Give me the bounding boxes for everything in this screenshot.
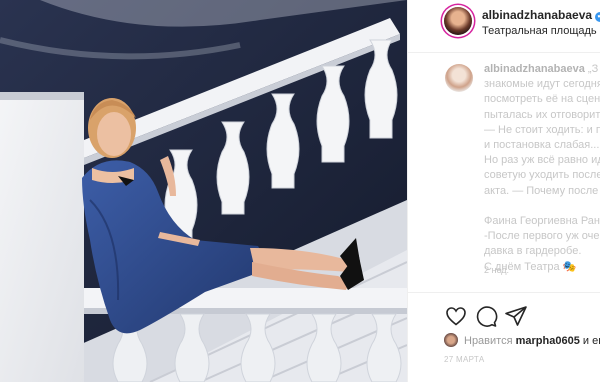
caption-line: посмотреть её на сцене bbox=[484, 93, 600, 106]
post-location[interactable]: Театральная площадь bbox=[482, 25, 597, 37]
caption-line: давка в гардеробе. bbox=[484, 245, 582, 258]
caption-block: albinadzhanabaeva „З знакомые идут сегод… bbox=[408, 58, 600, 288]
photo-illustration bbox=[0, 0, 407, 382]
caption-text: albinadzhanabaeva „З знакомые идут сегод… bbox=[484, 62, 600, 275]
caption-line: Но раз уж всё равно ид bbox=[484, 154, 600, 167]
caption-avatar[interactable] bbox=[445, 64, 473, 92]
heart-icon[interactable] bbox=[444, 304, 468, 328]
caption-line: пыталась их отговорить bbox=[484, 108, 600, 121]
caption-username[interactable]: albinadzhanabaeva bbox=[484, 63, 585, 75]
liker-avatar[interactable] bbox=[444, 333, 458, 347]
caption-line: -После первого уж очен bbox=[484, 230, 600, 243]
post-header: albinadzhanabaeva✔• Театральная площадь bbox=[408, 0, 600, 53]
verified-icon: ✔ bbox=[595, 12, 600, 22]
caption-line: Фаина Георгиевна Ране bbox=[484, 215, 600, 228]
caption-line: акта. — Почему после bbox=[484, 184, 599, 197]
author-username[interactable]: albinadzhanabaeva bbox=[482, 8, 592, 22]
caption-line: — Не стоит ходить: и п bbox=[484, 123, 600, 136]
caption-line: и постановка слабая... bbox=[484, 139, 600, 152]
caption-time[interactable]: 2 нед. bbox=[484, 265, 509, 275]
post-date: 27 МАРТА bbox=[444, 355, 485, 364]
caption-line: советую уходить после bbox=[484, 169, 600, 182]
caption-line: „З bbox=[584, 63, 599, 75]
likes-suffix[interactable]: и ещ bbox=[583, 335, 600, 347]
caption-line: знакомые идут сегодня bbox=[484, 78, 600, 91]
comment-icon[interactable] bbox=[474, 304, 498, 328]
share-icon[interactable] bbox=[504, 304, 528, 328]
post-actions: Нравится marpha0605 и ещ 27 МАРТА bbox=[408, 292, 600, 383]
author-avatar[interactable] bbox=[444, 7, 472, 35]
liker-username[interactable]: marpha0605 bbox=[516, 335, 580, 347]
likes-prefix: Нравится bbox=[464, 335, 513, 347]
likes-row: Нравится marpha0605 и ещ bbox=[444, 333, 600, 347]
post-photo[interactable] bbox=[0, 0, 407, 382]
author-username-row: albinadzhanabaeva✔• bbox=[482, 8, 600, 22]
post-sidebar: albinadzhanabaeva✔• Театральная площадь … bbox=[407, 0, 600, 382]
